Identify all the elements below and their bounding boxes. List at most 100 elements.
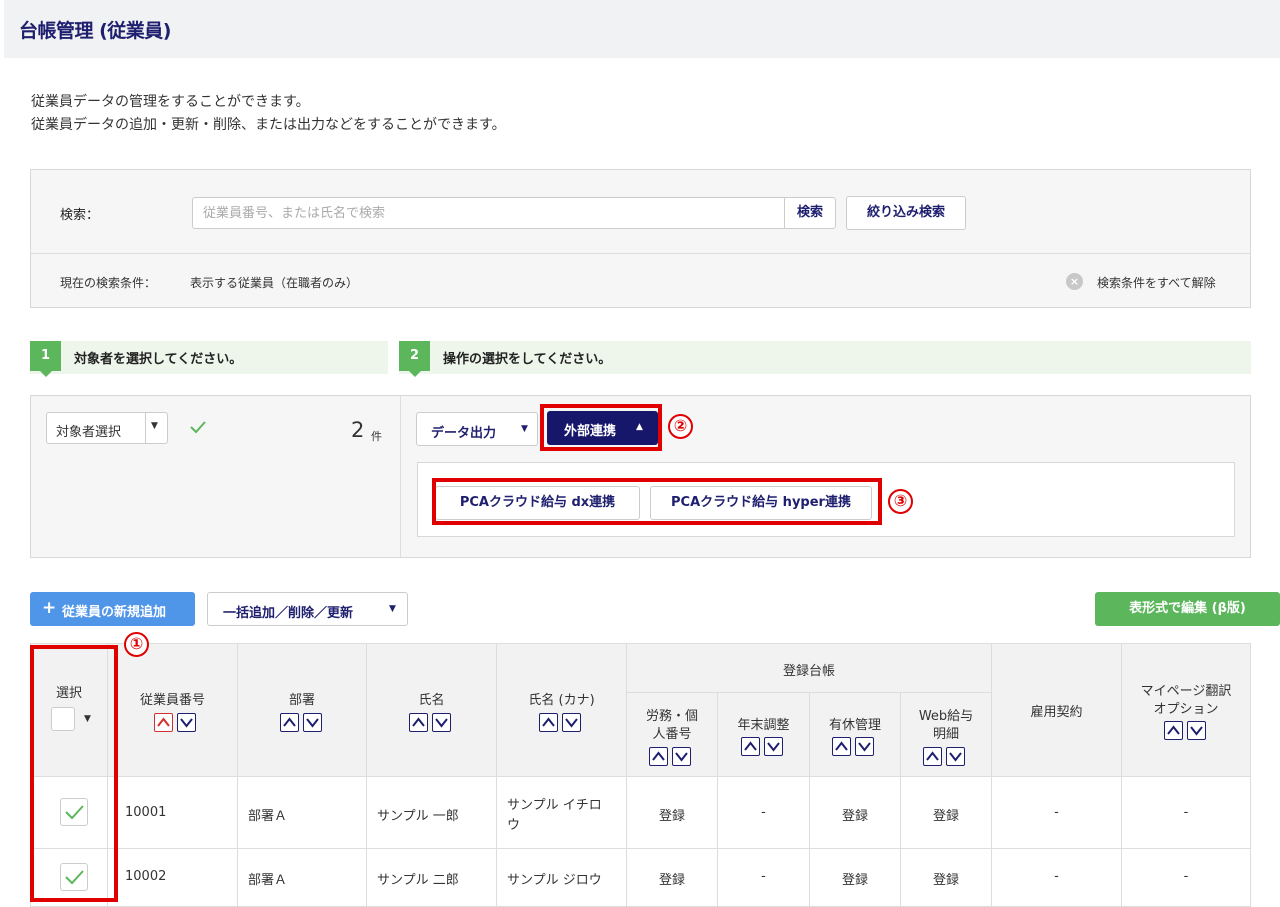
- labor-value: 登録: [658, 873, 685, 888]
- search-label: 検索：: [60, 208, 100, 223]
- header-web-payslip: Web給与 明細: [901, 693, 992, 777]
- cell-year-end: -: [718, 777, 810, 849]
- sort-asc-icon[interactable]: [1164, 721, 1183, 740]
- clear-icon[interactable]: ×: [1066, 273, 1083, 290]
- header-labor-line-2: 人番号: [652, 727, 692, 742]
- sort-asc-icon[interactable]: [409, 713, 428, 732]
- search-panel: 検索： 検索 絞り込み検索 現在の検索条件： 表示する従業員（在職者のみ） × …: [30, 169, 1251, 308]
- sort-desc-icon[interactable]: [946, 747, 965, 766]
- sort-controls: [539, 713, 581, 732]
- year-end-value: -: [761, 869, 766, 884]
- add-employee-button[interactable]: + 従業員の新規追加: [30, 592, 195, 626]
- search-input[interactable]: [192, 197, 784, 229]
- search-row: 検索： 検索 絞り込み検索: [31, 170, 1250, 254]
- emp-no-value: 10002: [125, 869, 167, 884]
- cell-mypage: -: [1122, 777, 1251, 849]
- contract-value: -: [1054, 805, 1059, 820]
- annotation-box-1: [30, 645, 118, 902]
- sort-controls: [832, 737, 874, 756]
- data-output-button[interactable]: データ出力 ▼: [416, 412, 538, 446]
- header-registry-group: 登録台帳: [627, 643, 992, 693]
- annotation-marker-1: ①: [124, 632, 149, 657]
- kana-value-line-2: ウ: [507, 818, 521, 833]
- dropdown-separator: [145, 413, 146, 443]
- header-year-end: 年末調整: [718, 693, 810, 777]
- header-leave-label: 有休管理: [828, 718, 881, 733]
- cell-dept: 部署Ａ: [238, 777, 367, 849]
- header-leave: 有休管理: [810, 693, 901, 777]
- header-web-line-2: 明細: [932, 727, 959, 742]
- cell-mypage: -: [1122, 849, 1251, 907]
- annotation-marker-2: ②: [668, 414, 693, 439]
- sort-controls: [409, 713, 451, 732]
- web-payslip-value: 登録: [932, 873, 959, 888]
- labor-value: 登録: [658, 809, 685, 824]
- web-payslip-value: 登録: [932, 809, 959, 824]
- sort-desc-icon[interactable]: [672, 747, 691, 766]
- header-dept: 部署: [238, 643, 367, 777]
- cell-name: サンプル 一郎: [367, 777, 497, 849]
- contract-value: -: [1054, 869, 1059, 884]
- sort-desc-icon[interactable]: [177, 713, 196, 732]
- selected-count-unit: 件: [371, 430, 382, 443]
- sort-desc-icon[interactable]: [764, 737, 783, 756]
- sort-asc-icon[interactable]: [923, 747, 942, 766]
- header-emp-no-label: 従業員番号: [139, 693, 205, 708]
- sort-desc-icon[interactable]: [562, 713, 581, 732]
- step-label: 操作の選択をしてください。: [443, 352, 612, 367]
- sort-asc-icon[interactable]: [832, 737, 851, 756]
- cell-name: サンプル 二郎: [367, 849, 497, 907]
- page: 台帳管理 (従業員) 従業員データの管理をすることができます。 従業員データの追…: [0, 0, 1280, 907]
- emp-no-value: 10001: [125, 805, 167, 820]
- cell-dept: 部署Ａ: [238, 849, 367, 907]
- sort-asc-icon[interactable]: [154, 713, 173, 732]
- header-mypage-line-2: オプション: [1153, 702, 1219, 717]
- sort-controls: [154, 713, 196, 732]
- cell-emp-no: 10001: [108, 777, 238, 849]
- employee-table: 選択 ▼ 従業員番号 部署 氏名 氏名 (カナ) 登録台帳 労務・個 人番号 年…: [30, 643, 1251, 907]
- sort-desc-icon[interactable]: [303, 713, 322, 732]
- sort-asc-icon[interactable]: [280, 713, 299, 732]
- cell-year-end: -: [718, 849, 810, 907]
- name-value: サンプル 二郎: [377, 873, 459, 888]
- header-name-label: 氏名: [418, 693, 445, 708]
- step-label: 対象者を選択してください。: [74, 352, 243, 367]
- header-kana-label: 氏名 (カナ): [528, 693, 595, 708]
- target-select-label: 対象者選択: [56, 425, 122, 440]
- search-button[interactable]: 検索: [784, 197, 836, 229]
- header-labor-line-1: 労務・個: [645, 709, 698, 724]
- mypage-value: -: [1183, 869, 1189, 884]
- description-line-1: 従業員データの管理をすることができます。: [31, 94, 310, 110]
- clear-conditions-link[interactable]: 検索条件をすべて解除: [1097, 274, 1216, 291]
- sort-desc-icon[interactable]: [855, 737, 874, 756]
- sort-controls: [741, 737, 783, 756]
- kana-value-line-1: サンプル ジロウ: [507, 873, 602, 888]
- cell-web-payslip: 登録: [901, 849, 992, 907]
- sort-desc-icon[interactable]: [1187, 721, 1206, 740]
- header-contract: 雇用契約: [992, 643, 1122, 777]
- caret-down-icon[interactable]: ▼: [151, 421, 158, 431]
- filter-search-button[interactable]: 絞り込み検索: [846, 196, 966, 230]
- cell-emp-no: 10002: [108, 849, 238, 907]
- cell-kana: サンプル ジロウ: [497, 849, 627, 907]
- sort-desc-icon[interactable]: [432, 713, 451, 732]
- header-dept-label: 部署: [288, 693, 315, 708]
- sort-asc-icon[interactable]: [741, 737, 760, 756]
- cell-leave: 登録: [810, 777, 901, 849]
- cell-labor: 登録: [627, 777, 718, 849]
- sort-asc-icon[interactable]: [539, 713, 558, 732]
- sort-asc-icon[interactable]: [649, 747, 668, 766]
- description-line-2: 従業員データの追加・更新・削除、または出力などをすることができます。: [31, 117, 506, 133]
- bulk-operation-button[interactable]: 一括追加／削除／更新 ▼: [207, 592, 408, 626]
- cell-contract: -: [992, 849, 1122, 907]
- target-select-dropdown[interactable]: 対象者選択 ▼: [46, 412, 168, 444]
- kana-value-line-1: サンプル イチロ: [507, 798, 602, 813]
- cell-labor: 登録: [627, 849, 718, 907]
- header-kana: 氏名 (カナ): [497, 643, 627, 777]
- data-output-label: データ出力: [431, 426, 497, 441]
- annotation-marker-3: ③: [888, 489, 913, 514]
- cell-leave: 登録: [810, 849, 901, 907]
- table-edit-button[interactable]: 表形式で編集 (β版): [1095, 592, 1280, 626]
- cell-contract: -: [992, 777, 1122, 849]
- selected-count: 2: [351, 418, 365, 442]
